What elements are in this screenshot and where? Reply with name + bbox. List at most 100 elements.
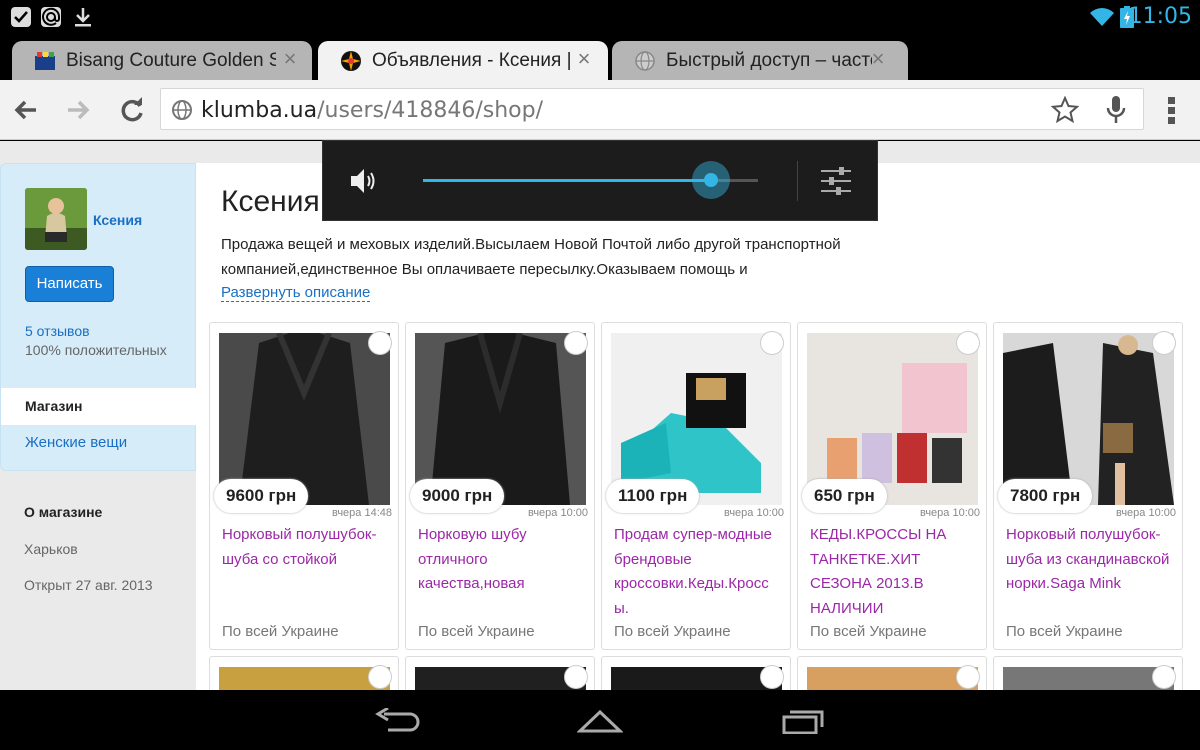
listing-price: 650 грн	[802, 479, 887, 513]
speaker-icon[interactable]	[349, 167, 379, 195]
star-icon[interactable]	[1051, 96, 1079, 124]
listing-time: вчера 10:00	[1115, 507, 1176, 519]
reload-icon[interactable]	[116, 94, 148, 126]
wifi-icon	[1090, 8, 1114, 26]
page-title: Ксения	[221, 185, 320, 218]
system-nav-bar	[0, 690, 1200, 750]
url-host: klumba.ua	[201, 98, 318, 123]
listing-price: 9000 грн	[410, 479, 505, 513]
listing-region: По всей Украине	[614, 623, 731, 640]
globe-icon	[172, 100, 192, 120]
favorite-heart-icon[interactable]	[956, 665, 980, 689]
microphone-icon[interactable]	[1105, 95, 1127, 125]
recent-apps-icon[interactable]	[780, 708, 826, 734]
listing-title[interactable]: КЕДЫ.КРОССЫ НА ТАНКЕТКЕ.ХИТ СЕЗОНА 2013.…	[810, 523, 980, 617]
tab-title: Bisang Couture Golden Sa	[66, 50, 276, 71]
listing-region: По всей Украине	[810, 623, 927, 640]
listing-title[interactable]: Продам супер-модные брендовые кроссовки.…	[614, 523, 784, 617]
listing-image[interactable]	[415, 667, 586, 690]
desc-line: Продажа вещей и меховых изделий.Высылаем…	[221, 236, 841, 253]
listing-time: вчера 10:00	[919, 507, 980, 519]
check-icon	[11, 7, 31, 27]
volume-slider[interactable]	[423, 161, 758, 199]
back-arrow-icon[interactable]	[10, 94, 42, 126]
at-sign-icon	[41, 7, 61, 27]
listing-price: 1100 грн	[606, 479, 700, 513]
listing-card[interactable]: 9000 грн вчера 10:00 Норковую шубу отлич…	[405, 322, 595, 650]
status-bar: 11:05	[0, 0, 1200, 33]
tab-quick-access[interactable]: Быстрый доступ – часто ×	[612, 41, 908, 81]
sliders-settings-icon[interactable]	[819, 163, 853, 199]
tab-klumba[interactable]: Объявления - Ксения | ×	[318, 41, 608, 81]
listing-region: По всей Украине	[418, 623, 535, 640]
clock: 11:05	[1128, 4, 1192, 29]
address-bar[interactable]: klumba.ua/users/418846/shop/	[160, 88, 1144, 130]
listing-title[interactable]: Норковый полушубок-шуба со стойкой	[222, 523, 392, 617]
write-message-button[interactable]: Написать	[25, 266, 114, 302]
tab-title: Объявления - Ксения |	[372, 50, 572, 71]
shop-nav-item[interactable]: Магазин	[1, 388, 197, 425]
expand-description-link[interactable]: Развернуть описание	[221, 284, 371, 302]
globe-icon	[635, 51, 655, 71]
url-text: klumba.ua/users/418846/shop/	[201, 98, 543, 123]
listing-card[interactable]	[797, 656, 987, 690]
user-name-link[interactable]: Ксения	[93, 212, 142, 228]
listing-image[interactable]	[219, 667, 390, 690]
tab-strip: Bisang Couture Golden Sa × Объявления - …	[0, 33, 1200, 106]
divider	[797, 161, 798, 201]
home-icon[interactable]	[577, 708, 623, 734]
close-icon[interactable]: ×	[280, 48, 300, 70]
favorite-heart-icon[interactable]	[368, 665, 392, 689]
listing-image[interactable]	[611, 667, 782, 690]
shop-sidebar: Ксения Написать 5 отзывов 100% положител…	[0, 163, 197, 471]
shop-city: Харьков	[24, 541, 78, 557]
volume-thumb[interactable]	[692, 161, 731, 199]
close-icon[interactable]: ×	[868, 48, 888, 70]
listing-title[interactable]: Норковый полушубок-шуба из скандинавской…	[1006, 523, 1176, 617]
volume-panel	[322, 140, 878, 221]
listing-time: вчера 10:00	[527, 507, 588, 519]
listing-card[interactable]	[405, 656, 595, 690]
listing-card[interactable]: 650 грн вчера 10:00 КЕДЫ.КРОССЫ НА ТАНКЕ…	[797, 322, 987, 650]
menu-dots-icon[interactable]	[1160, 94, 1184, 126]
listing-image[interactable]	[1003, 667, 1174, 690]
favorite-heart-icon[interactable]	[956, 331, 980, 355]
women-items-link[interactable]: Женские вещи	[25, 434, 127, 451]
download-icon	[75, 8, 91, 27]
desc-line: компанией,единственное Вы оплачиваете пе…	[221, 260, 748, 278]
favorite-heart-icon[interactable]	[564, 331, 588, 355]
listing-title[interactable]: Норковую шубу отличного качества,новая	[418, 523, 588, 617]
klumba-favicon-icon	[341, 51, 361, 71]
listing-region: По всей Украине	[222, 623, 339, 640]
listing-image[interactable]	[807, 667, 978, 690]
listing-time: вчера 10:00	[723, 507, 784, 519]
favorite-heart-icon[interactable]	[1152, 331, 1176, 355]
avatar[interactable]	[25, 188, 87, 250]
listing-card[interactable]: 9600 грн вчера 14:48 Норковый полушубок-…	[209, 322, 399, 650]
listing-price: 7800 грн	[998, 479, 1093, 513]
listing-card[interactable]	[209, 656, 399, 690]
listing-time: вчера 14:48	[331, 507, 392, 519]
listing-card[interactable]	[601, 656, 791, 690]
shop-description: Продажа вещей и меховых изделий.Высылаем…	[221, 233, 881, 282]
shop-opened-date: Открыт 27 авг. 2013	[24, 577, 153, 593]
favorite-heart-icon[interactable]	[564, 665, 588, 689]
favorite-heart-icon[interactable]	[368, 331, 392, 355]
favorite-heart-icon[interactable]	[760, 665, 784, 689]
url-path: /users/418846/shop/	[317, 98, 544, 123]
forward-arrow-icon[interactable]	[62, 94, 94, 126]
favorite-heart-icon[interactable]	[1152, 665, 1176, 689]
back-icon[interactable]	[374, 708, 420, 734]
bisang-favicon-icon	[35, 52, 55, 70]
about-heading: О магазине	[24, 504, 103, 520]
tab-title: Быстрый доступ – часто	[666, 50, 872, 71]
reviews-link[interactable]: 5 отзывов	[25, 323, 90, 339]
listing-card[interactable]	[993, 656, 1183, 690]
listing-card[interactable]: 1100 грн вчера 10:00 Продам супер-модные…	[601, 322, 791, 650]
favorite-heart-icon[interactable]	[760, 331, 784, 355]
tab-bisang[interactable]: Bisang Couture Golden Sa ×	[12, 41, 312, 81]
close-icon[interactable]: ×	[574, 48, 594, 70]
listing-card[interactable]: 7800 грн вчера 10:00 Норковый полушубок-…	[993, 322, 1183, 650]
positive-rating: 100% положительных	[25, 342, 167, 358]
shop-content: Ксения Продажа вещей и меховых изделий.В…	[196, 163, 1200, 690]
